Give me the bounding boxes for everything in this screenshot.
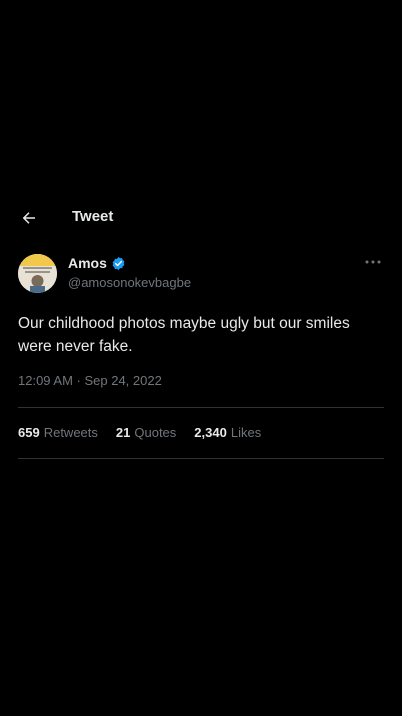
display-name-row: Amos — [68, 255, 126, 271]
retweets-stat[interactable]: 659 Retweets — [18, 425, 98, 443]
quotes-label: Quotes — [134, 425, 177, 440]
page-title: Tweet — [72, 208, 114, 225]
tweet-stats: 659 Retweets 21 Quotes 2,340 Likes — [18, 425, 384, 443]
retweets-label: Retweets — [43, 425, 98, 440]
likes-stat[interactable]: 2,340 Likes — [194, 425, 261, 443]
divider — [18, 458, 384, 459]
more-options-button[interactable] — [362, 254, 384, 270]
more-dots-icon — [365, 260, 381, 264]
arrow-left-icon — [22, 212, 35, 224]
tweet-text: Our childhood photos maybe ugly but our … — [18, 315, 350, 355]
quotes-stat[interactable]: 21 Quotes — [116, 425, 176, 443]
tweet-timestamp[interactable]: 12:09 AM · Sep 24, 2022 — [18, 373, 162, 388]
user-handle[interactable]: @amosonokevbagbe — [68, 275, 191, 290]
likes-count: 2,340 — [194, 425, 227, 440]
tweet-header: Tweet — [0, 198, 402, 238]
quotes-count: 21 — [115, 425, 131, 440]
retweets-count: 659 — [18, 425, 40, 440]
avatar-image — [18, 254, 57, 293]
likes-label: Likes — [230, 425, 262, 440]
tweet-author: Amos @amosonokevbagbe — [18, 252, 384, 296]
display-name[interactable]: Amos — [68, 255, 107, 271]
verified-badge-icon — [112, 256, 125, 270]
back-button[interactable] — [17, 206, 41, 230]
divider — [18, 407, 384, 408]
avatar[interactable] — [18, 254, 57, 293]
